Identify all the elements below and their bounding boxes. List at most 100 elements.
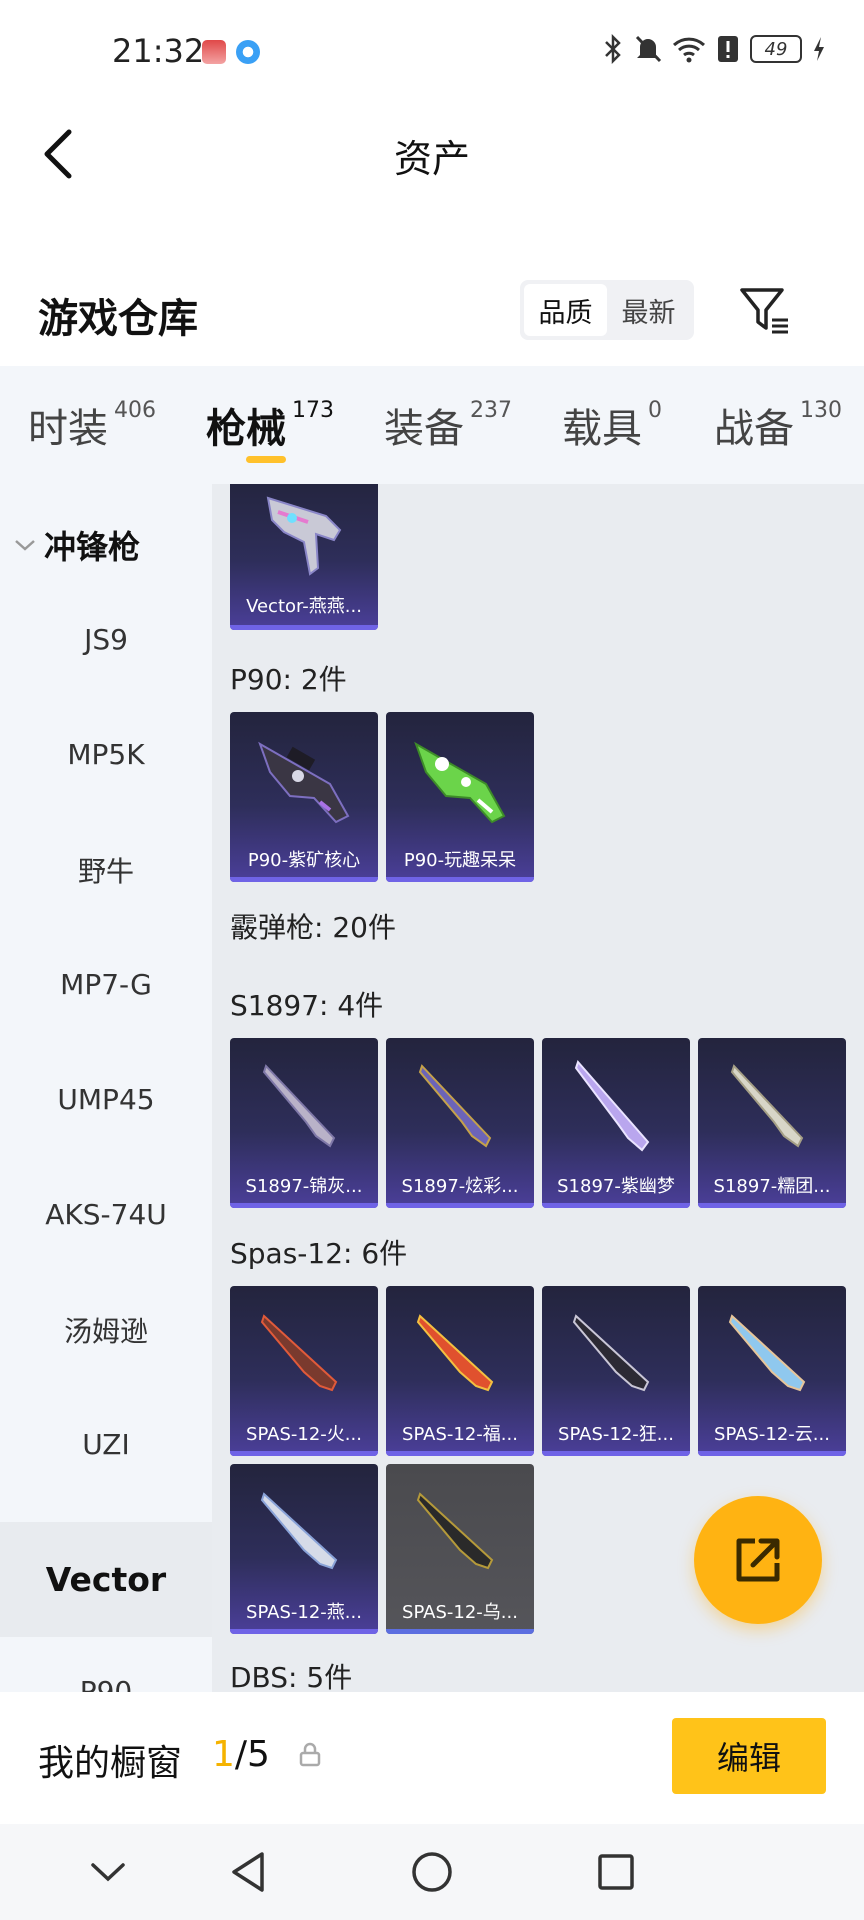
showcase-bar: 我的橱窗 1/5 编辑	[0, 1692, 864, 1824]
tab-label: 战备	[714, 406, 794, 452]
warehouse-title: 游戏仓库	[38, 296, 198, 342]
section-dbs: DBS: 5件	[230, 1661, 353, 1692]
skin-card[interactable]: SPAS-12-云...	[698, 1286, 846, 1456]
tab-count: 130	[800, 398, 842, 423]
tab-label: 枪械	[206, 406, 286, 452]
nav-recents-button[interactable]	[586, 1842, 646, 1902]
sort-segmented-control: 品质 最新	[520, 280, 694, 340]
p90-art	[258, 741, 350, 824]
sidebar-item-js9[interactable]: JS9	[0, 582, 212, 697]
skin-card-label: SPAS-12-燕...	[246, 1602, 362, 1623]
tab-vehicles[interactable]: 载具 0	[562, 396, 662, 454]
system-nav-bar	[0, 1824, 864, 1920]
sort-by-newest-button[interactable]: 最新	[607, 284, 690, 336]
bluetooth-icon	[605, 34, 621, 64]
tab-fashion[interactable]: 时装 406	[28, 396, 156, 454]
shotgun-art	[572, 1314, 650, 1392]
showcase-count: 1/5	[212, 1734, 270, 1775]
chevron-down-icon	[15, 540, 35, 551]
rarity-bar	[698, 1451, 846, 1456]
tab-count: 173	[292, 398, 334, 423]
sidebar-item-aks74u[interactable]: AKS-74U	[0, 1157, 212, 1272]
charging-icon	[814, 37, 824, 61]
tab-label: 时装	[28, 406, 108, 452]
rarity-bar	[542, 1203, 690, 1208]
app-header: 资产	[0, 104, 864, 204]
shotgun-art	[574, 1060, 650, 1152]
shotgun-art	[260, 1492, 338, 1570]
shotgun-art	[416, 1492, 494, 1570]
skin-card-label: SPAS-12-火...	[246, 1424, 362, 1445]
nav-collapse-button[interactable]	[78, 1842, 138, 1902]
skin-card-label: S1897-糯团...	[713, 1176, 831, 1197]
mute-icon	[635, 35, 662, 63]
tab-firearms[interactable]: 枪械 173	[206, 396, 334, 454]
rarity-bar	[698, 1203, 846, 1208]
wifi-icon	[672, 37, 706, 63]
share-icon	[736, 1538, 780, 1582]
skin-card-label: S1897-炫彩...	[401, 1176, 519, 1197]
tab-supplies[interactable]: 战备 130	[714, 396, 842, 454]
skin-card-label: SPAS-12-乌...	[402, 1602, 518, 1623]
skin-card-label: SPAS-12-福...	[402, 1424, 518, 1445]
sidebar-item-p90[interactable]: P90	[0, 1634, 212, 1692]
tab-equipment[interactable]: 装备 237	[384, 396, 512, 454]
skin-card-label: S1897-紫幽梦	[557, 1176, 675, 1197]
tab-count: 0	[648, 398, 662, 423]
skin-card-label: P90-玩趣呆呆	[403, 850, 517, 871]
skin-card[interactable]: S1897-炫彩...	[386, 1038, 534, 1208]
p90-art	[414, 741, 506, 824]
skin-card-label: P90-紫矿核心	[247, 850, 361, 871]
shotgun-art	[260, 1314, 338, 1392]
skin-card[interactable]: SPAS-12-狂...	[542, 1286, 690, 1456]
skin-card[interactable]: SPAS-12-福...	[386, 1286, 534, 1456]
skin-card[interactable]: SPAS-12-燕...	[230, 1464, 378, 1634]
skin-card-label: SPAS-12-云...	[714, 1424, 830, 1445]
sidebar-item-mp5k[interactable]: MP5K	[0, 697, 212, 812]
rarity-bar	[386, 1451, 534, 1456]
sidebar-item-mp7g[interactable]: MP7-G	[0, 927, 212, 1042]
status-time: 21:32	[112, 32, 205, 70]
sidebar-item-thompson[interactable]: 汤姆逊	[0, 1272, 212, 1387]
shotgun-art	[418, 1064, 492, 1148]
sort-by-quality-button[interactable]: 品质	[524, 284, 607, 336]
rarity-bar	[230, 1203, 378, 1208]
skin-card[interactable]: Vector-燕燕...	[230, 484, 378, 630]
nav-back-button[interactable]	[218, 1842, 278, 1902]
skin-card[interactable]: SPAS-12-火...	[230, 1286, 378, 1456]
square-recents-icon	[598, 1854, 634, 1890]
chevron-down-icon	[91, 1863, 125, 1882]
sidebar-group-smg[interactable]: 冲锋枪	[14, 522, 140, 568]
skin-card-label: SPAS-12-狂...	[558, 1424, 674, 1445]
rarity-bar	[230, 1451, 378, 1456]
share-button[interactable]	[694, 1496, 822, 1624]
sidebar-item-bizon[interactable]: 野牛	[0, 812, 212, 927]
shotgun-art	[262, 1064, 336, 1148]
triangle-back-icon	[232, 1852, 264, 1892]
notification-app-icon	[236, 40, 260, 64]
sidebar-item-uzi[interactable]: UZI	[0, 1387, 212, 1502]
filter-button[interactable]	[736, 282, 792, 338]
category-tabs: 时装 406 枪械 173 装备 237 载具 0 战备 130	[0, 366, 864, 484]
edit-button[interactable]: 编辑	[672, 1718, 826, 1794]
skin-card[interactable]: S1897-紫幽梦	[542, 1038, 690, 1208]
section-p90: P90: 2件	[230, 663, 347, 696]
rarity-bar	[386, 877, 534, 882]
showcase-count-current: 1	[212, 1734, 235, 1775]
sidebar-item-ump45[interactable]: UMP45	[0, 1042, 212, 1157]
sidebar-item-vector[interactable]: Vector	[0, 1522, 212, 1637]
alert-icon	[718, 36, 738, 62]
section-spas12: Spas-12: 6件	[230, 1237, 408, 1270]
showcase-label: 我的橱窗	[38, 1743, 183, 1784]
filter-icon	[740, 288, 788, 334]
skin-card[interactable]: P90-紫矿核心	[230, 712, 378, 882]
nav-home-button[interactable]	[402, 1842, 462, 1902]
skin-card[interactable]: SPAS-12-乌...	[386, 1464, 534, 1634]
skin-card[interactable]: S1897-锦灰...	[230, 1038, 378, 1208]
skin-card[interactable]: P90-玩趣呆呆	[386, 712, 534, 882]
rarity-bar	[230, 1629, 378, 1634]
rarity-bar	[230, 877, 378, 882]
circle-home-icon	[412, 1852, 452, 1892]
shotgun-art	[728, 1314, 806, 1392]
skin-card[interactable]: S1897-糯团...	[698, 1038, 846, 1208]
